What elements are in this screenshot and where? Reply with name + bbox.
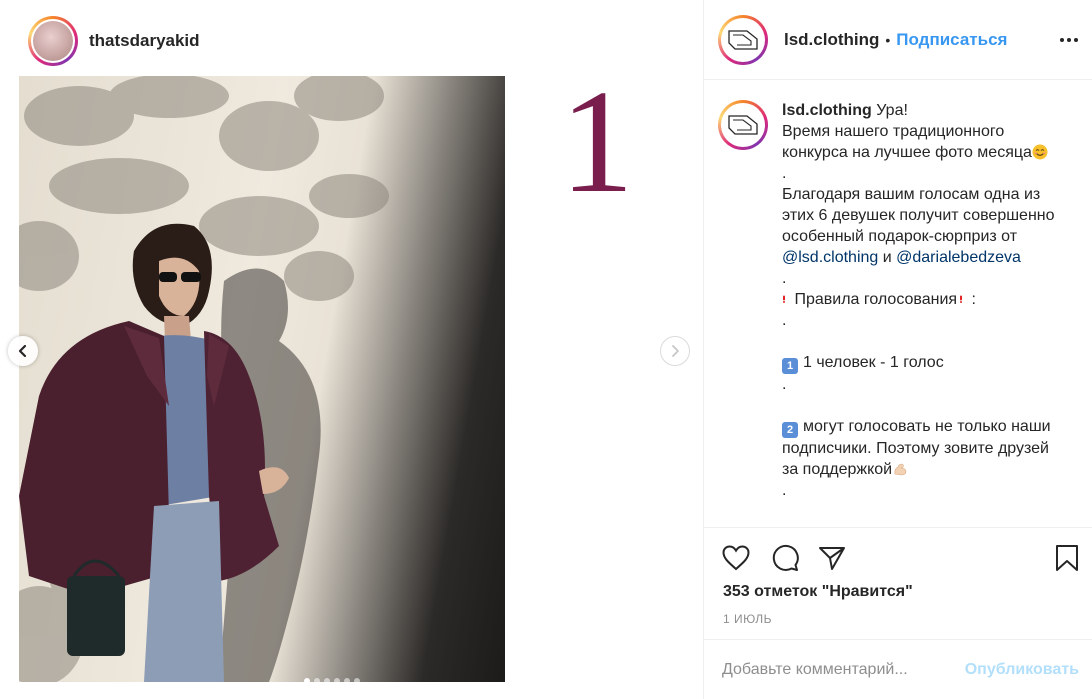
carousel-dot	[354, 678, 360, 684]
lsd-logo-icon	[728, 115, 758, 135]
exclamation-icon	[960, 295, 963, 303]
follow-button[interactable]: Подписаться	[896, 30, 1007, 50]
lsd-logo-icon	[728, 29, 758, 50]
overlay-number: 1	[560, 60, 634, 224]
post-date[interactable]: 1 ИЮЛЬ	[723, 612, 772, 626]
heart-icon	[722, 545, 750, 571]
publish-comment-button[interactable]: Опубликовать	[965, 661, 1079, 679]
bookmark-icon	[1056, 545, 1078, 571]
more-options-button[interactable]	[1059, 30, 1079, 50]
keycap-one-icon: 1	[782, 358, 798, 374]
brand-avatar	[721, 103, 765, 147]
avatar	[33, 21, 73, 61]
story-ring[interactable]	[718, 100, 768, 150]
carousel-dot	[314, 678, 320, 684]
save-button[interactable]	[1051, 542, 1083, 574]
post-details-panel: lsd.clothing • Подписаться lsd.clothing …	[703, 0, 1092, 699]
share-button[interactable]	[816, 542, 848, 574]
comment-input[interactable]	[722, 660, 952, 679]
post-media-area: thatsdaryakid 1	[0, 0, 703, 699]
carousel-next-button[interactable]	[660, 336, 690, 366]
embedded-username[interactable]: thatsdaryakid	[89, 31, 200, 51]
caption-username[interactable]: lsd.clothing	[782, 102, 872, 119]
carousel-dot	[334, 678, 340, 684]
header-separator: •	[885, 31, 891, 48]
smiling-face-icon	[1032, 144, 1048, 160]
carousel-dot	[344, 678, 350, 684]
mention-link[interactable]: @lsd.clothing	[782, 249, 878, 266]
post-author-username[interactable]: lsd.clothing	[784, 30, 879, 50]
comment-icon	[772, 545, 799, 571]
brand-avatar	[721, 17, 765, 62]
like-button[interactable]	[720, 542, 752, 574]
carousel-indicator	[304, 678, 360, 684]
story-ring[interactable]	[28, 16, 78, 66]
chevron-right-icon	[672, 345, 679, 357]
chevron-left-icon	[18, 344, 27, 358]
carousel-dot	[304, 678, 310, 684]
carousel-dot	[324, 678, 330, 684]
embedded-account-header: thatsdaryakid	[28, 16, 200, 66]
keycap-two-icon: 2	[782, 422, 798, 438]
comment-button[interactable]	[769, 542, 801, 574]
caption-block: lsd.clothing Ура! Время нашего традицион…	[718, 100, 1088, 520]
more-icon	[1060, 38, 1078, 42]
flexed-biceps-icon	[894, 463, 907, 476]
photo-illustration	[19, 76, 389, 682]
post-header: lsd.clothing • Подписаться	[704, 0, 1092, 80]
exclamation-icon	[783, 295, 785, 303]
story-ring[interactable]	[718, 14, 768, 65]
carousel-prev-button[interactable]	[8, 336, 38, 366]
post-photo[interactable]	[19, 76, 505, 682]
likes-count[interactable]: 353 отметок "Нравится"	[723, 583, 913, 601]
action-bar: 353 отметок "Нравится" 1 ИЮЛЬ	[704, 527, 1092, 639]
caption-text: lsd.clothing Ура! Время нашего традицион…	[782, 102, 1055, 499]
share-icon	[819, 547, 845, 570]
mention-link[interactable]: @darialebedzeva	[896, 249, 1021, 266]
comment-bar: Опубликовать	[704, 639, 1092, 699]
